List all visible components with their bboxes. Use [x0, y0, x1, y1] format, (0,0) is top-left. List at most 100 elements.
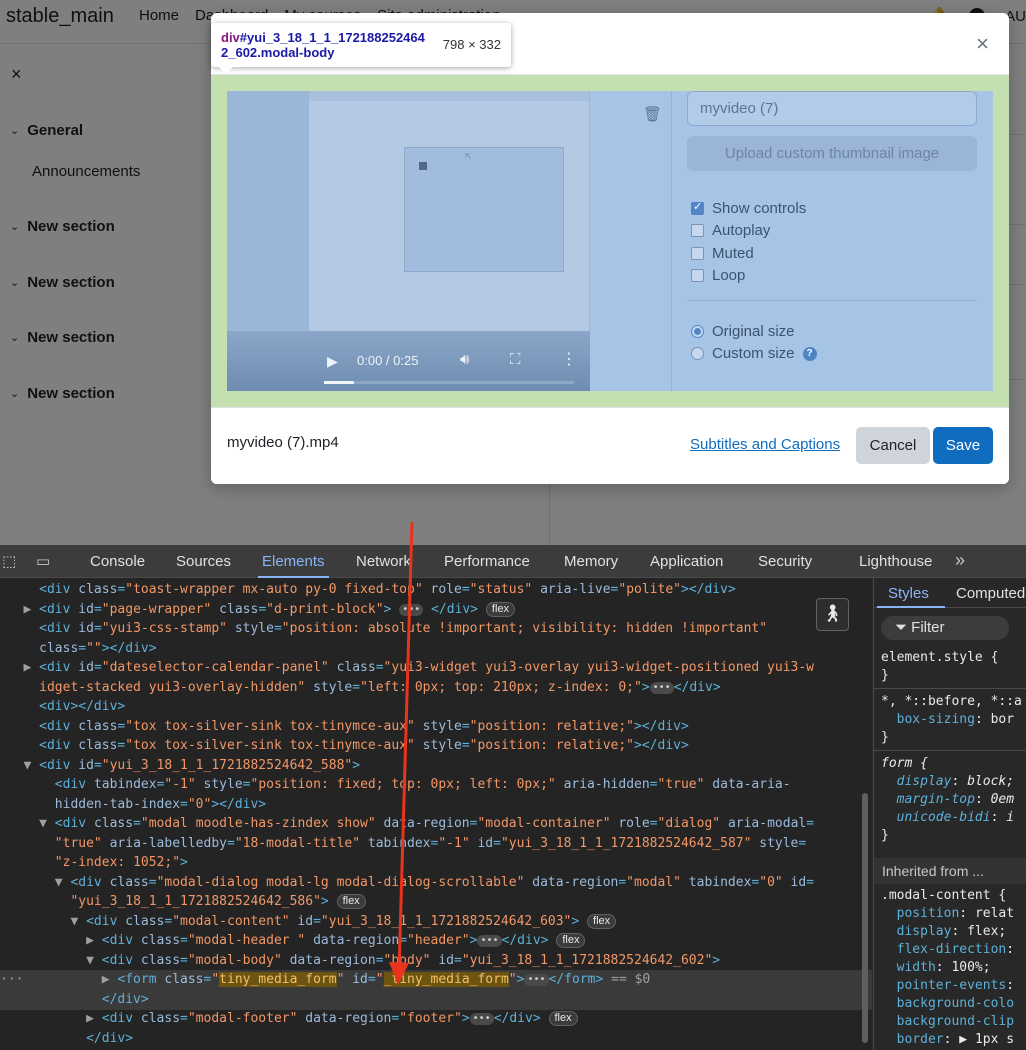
video-frame-window: ⇱ — [404, 147, 564, 272]
filter-label: Filter — [911, 619, 945, 636]
tab-application[interactable]: Application — [646, 545, 727, 578]
subtitles-captions-link[interactable]: Subtitles and Captions — [690, 436, 840, 453]
dom-node-selected[interactable]: ··· ▶ <form class="tiny_media_form" id="… — [0, 970, 872, 990]
dom-node[interactable]: ▼ <div class="modal-content" id="yui_3_1… — [0, 912, 872, 932]
more-options-icon[interactable]: ⋮ — [561, 349, 577, 369]
style-rule-line: form { — [881, 756, 928, 771]
inspect-tooltip-id: #yui_3_18_1_1_1721882524642_602.modal-bo… — [221, 30, 425, 60]
style-rule-line: margin-top: 0em — [896, 792, 1015, 807]
autoplay-checkbox-row[interactable]: Autoplay — [691, 222, 770, 239]
dom-node[interactable]: ▶ <div class="modal-footer" data-region=… — [0, 1009, 872, 1029]
style-rule-line: unicode-bidi: i — [896, 810, 1015, 825]
play-icon[interactable]: ▶ — [327, 353, 338, 370]
video-frame-square — [419, 162, 427, 170]
media-form: ⇱ ▶ 0:00 / 0:25 🔊︎ ⛶ ⋮ 🗑 Uploa — [227, 91, 993, 391]
tab-elements[interactable]: Elements — [258, 545, 329, 578]
cursor-icon: ⇱ — [465, 152, 472, 161]
original-size-radio[interactable] — [691, 325, 704, 338]
style-rule-line: display: block; — [896, 774, 1015, 789]
inspect-element-icon[interactable]: ⬚ — [2, 552, 16, 570]
tab-styles[interactable]: Styles — [888, 585, 929, 602]
media-modal-dialog: × ⇱ ▶ 0:00 / 0:25 🔊︎ ⛶ ⋮ 🗑 myvideo (7) U… — [211, 13, 1009, 484]
upload-thumbnail-button[interactable]: Upload custom thumbnail image — [687, 136, 977, 171]
loop-label: Loop — [712, 267, 746, 284]
dom-node[interactable]: ▼ <div class="modal-dialog modal-lg moda… — [0, 873, 872, 893]
media-settings-panel: Upload custom thumbnail image Show contr… — [671, 91, 993, 391]
video-player[interactable]: ⇱ ▶ 0:00 / 0:25 🔊︎ ⛶ ⋮ — [227, 91, 590, 391]
dom-node[interactable]: "z-index: 1052;"> — [0, 853, 872, 873]
tab-performance[interactable]: Performance — [440, 545, 534, 578]
show-controls-checkbox[interactable] — [691, 200, 704, 215]
help-icon[interactable]: ? — [802, 346, 817, 361]
trash-icon[interactable]: 🗑 — [643, 105, 662, 123]
muted-label: Muted — [712, 245, 754, 262]
tab-memory[interactable]: Memory — [560, 545, 622, 578]
video-time: 0:00 / 0:25 — [357, 353, 419, 368]
dom-node[interactable]: class=""></div> — [0, 639, 872, 659]
original-size-radio-row[interactable]: Original size — [691, 323, 795, 340]
dom-node[interactable]: <div class="tox tox-silver-sink tox-tiny… — [0, 736, 872, 756]
tab-computed[interactable]: Computed — [956, 585, 1025, 602]
style-rule-line: background-colo — [896, 996, 1015, 1011]
fullscreen-icon[interactable]: ⛶ — [510, 351, 521, 368]
inspect-tooltip-dimensions: 798 × 332 — [442, 37, 501, 52]
dom-node[interactable]: </div> — [0, 1029, 872, 1049]
dom-node[interactable]: ▶ <div id="dateselector-calendar-panel" … — [0, 658, 872, 678]
cancel-button[interactable]: Cancel — [856, 427, 930, 464]
style-rule-line: width: 100%; — [896, 960, 991, 975]
dom-node[interactable]: "true" aria-labelledby="18-modal-title" … — [0, 834, 872, 854]
device-toolbar-icon[interactable]: ▭ — [36, 552, 50, 570]
dom-node[interactable]: ▼ <div id="yui_3_18_1_1_1721882524642_58… — [0, 756, 872, 776]
loop-checkbox[interactable] — [691, 269, 704, 282]
dom-node[interactable]: ▼ <div class="modal moodle-has-zindex sh… — [0, 814, 872, 834]
save-button[interactable]: Save — [933, 427, 993, 464]
tab-security[interactable]: Security — [754, 545, 816, 578]
loop-checkbox-row[interactable]: Loop — [691, 267, 745, 284]
muted-checkbox[interactable] — [691, 247, 704, 260]
style-rule-line: display: flex; — [896, 924, 1007, 939]
volume-icon[interactable]: 🔊︎ — [460, 351, 469, 368]
dom-tree-scrollbar[interactable] — [862, 793, 868, 1043]
styles-tab-underline — [877, 606, 945, 608]
dom-node[interactable]: ▼ <div class="modal-body" data-region="b… — [0, 951, 872, 971]
dom-node[interactable]: <div class="toast-wrapper mx-auto py-0 f… — [0, 580, 872, 600]
custom-size-radio-row[interactable]: Custom size ? — [691, 345, 817, 362]
moodle-page: stable_main Home Dashboard My courses Si… — [0, 0, 1026, 545]
more-tabs-icon[interactable]: » — [955, 550, 965, 571]
style-rule-line: border: ▶ 1px s — [896, 1032, 1015, 1047]
style-rule-divider — [874, 688, 1026, 689]
dom-node[interactable]: <div tabindex="-1" style="position: fixe… — [0, 775, 872, 795]
dom-node[interactable]: <div></div> — [0, 697, 872, 717]
dom-node[interactable]: ▶ <div class="modal-header " data-region… — [0, 931, 872, 951]
style-rule-line: background-clip — [896, 1014, 1015, 1029]
style-rule-line: position: relat — [896, 906, 1015, 921]
devtools-tab-bar: ⬚ ▭ Console Sources Elements Network Per… — [0, 545, 1026, 578]
tab-network[interactable]: Network — [352, 545, 415, 578]
dom-node[interactable]: "yui_3_18_1_1_1721882524642_586"> flex — [0, 892, 872, 912]
dom-node[interactable]: ▶ <div id="page-wrapper" class="d-print-… — [0, 600, 872, 620]
media-name-input[interactable] — [687, 91, 977, 126]
original-size-label: Original size — [712, 323, 795, 340]
styles-filter-input[interactable]: ⏷ Filter — [881, 616, 1009, 640]
dom-node[interactable]: <div class="tox tox-silver-sink tox-tiny… — [0, 717, 872, 737]
video-frame: ⇱ — [309, 91, 589, 331]
style-rule-line: } — [881, 730, 889, 745]
show-controls-checkbox-row[interactable]: Show controls — [691, 200, 806, 217]
close-icon[interactable]: × — [976, 33, 989, 55]
settings-divider — [687, 300, 977, 301]
tab-console[interactable]: Console — [86, 545, 149, 578]
tab-sources[interactable]: Sources — [172, 545, 235, 578]
autoplay-checkbox[interactable] — [691, 224, 704, 237]
show-controls-label: Show controls — [712, 200, 807, 217]
tab-lighthouse[interactable]: Lighthouse — [855, 545, 936, 578]
accessibility-tree-icon[interactable]: 🚶︎ — [816, 598, 849, 631]
muted-checkbox-row[interactable]: Muted — [691, 245, 754, 262]
dom-node[interactable]: <div id="yui3-css-stamp" style="position… — [0, 619, 872, 639]
video-progress-bar[interactable] — [324, 381, 574, 384]
style-rule-line: *, *::before, *::a — [881, 694, 1022, 709]
custom-size-radio[interactable] — [691, 347, 704, 360]
dom-node[interactable]: </div> — [0, 990, 872, 1010]
dom-node[interactable]: hidden-tab-index="0"></div> — [0, 795, 872, 815]
dom-node[interactable]: idget-stacked yui3-overlay-hidden" style… — [0, 678, 872, 698]
video-progress-fill — [324, 381, 354, 384]
